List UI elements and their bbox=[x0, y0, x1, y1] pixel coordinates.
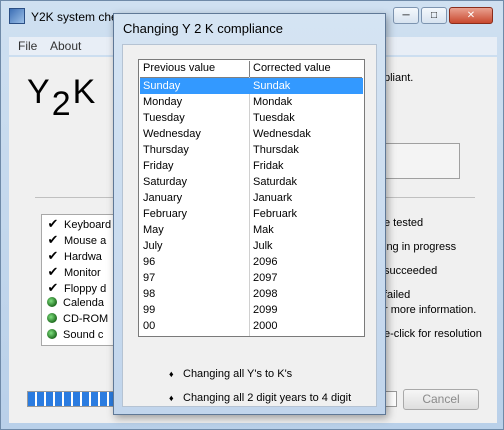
table-row[interactable]: January Januark bbox=[140, 190, 363, 206]
legend-failed: failed bbox=[384, 289, 411, 301]
bullet-item: ♦ Changing all Y's to K's bbox=[169, 368, 292, 380]
component-label: Hardwa bbox=[64, 251, 102, 263]
dialog-title: Changing Y 2 K compliance bbox=[123, 21, 283, 36]
check-icon: ✔ bbox=[47, 281, 59, 295]
cell-previous-value: 98 bbox=[143, 288, 156, 300]
cell-previous-value: January bbox=[143, 192, 183, 204]
cell-previous-value: May bbox=[143, 224, 164, 236]
legend-info: r more information. bbox=[384, 304, 477, 316]
table-row[interactable]: July Julk bbox=[140, 238, 363, 254]
table-row[interactable]: 96 2096 bbox=[140, 254, 363, 270]
cell-corrected-value: 2098 bbox=[253, 288, 278, 300]
cell-corrected-value: 2099 bbox=[253, 304, 278, 316]
cell-previous-value: February bbox=[143, 208, 188, 220]
check-icon: ✔ bbox=[47, 233, 59, 247]
bullet-icon: ♦ bbox=[169, 369, 174, 379]
cell-previous-value: Monday bbox=[143, 96, 183, 108]
bullet-text: Changing all 2 digit years to 4 digit bbox=[183, 392, 352, 404]
y2k-logo: Y2K bbox=[27, 73, 98, 123]
cell-corrected-value: Thursdak bbox=[253, 144, 299, 156]
cell-corrected-value: Julk bbox=[253, 240, 273, 252]
cell-corrected-value: 2000 bbox=[253, 320, 278, 332]
cell-corrected-value: 2096 bbox=[253, 256, 278, 268]
menu-file[interactable]: File bbox=[18, 39, 37, 53]
cancel-button[interactable]: Cancel bbox=[403, 389, 479, 410]
cell-previous-value: Friday bbox=[143, 160, 174, 172]
green-dot-icon bbox=[47, 329, 57, 339]
cell-previous-value: Saturday bbox=[143, 176, 188, 188]
table-row[interactable]: Sunday Sundak bbox=[140, 78, 363, 94]
table-row[interactable]: 97 2097 bbox=[140, 270, 363, 286]
cell-previous-value: Sunday bbox=[143, 80, 181, 92]
table-row[interactable]: 98 2098 bbox=[140, 286, 363, 302]
cell-corrected-value: Wednesdak bbox=[253, 128, 311, 140]
cell-previous-value: 99 bbox=[143, 304, 156, 316]
cell-corrected-value: Fridak bbox=[253, 160, 284, 172]
cell-corrected-value: Januark bbox=[253, 192, 293, 204]
legend-succeeded: succeeded bbox=[384, 265, 438, 277]
bullet-text: Changing all Y's to K's bbox=[183, 368, 293, 380]
cell-corrected-value: Tuesdak bbox=[253, 112, 295, 124]
table-row[interactable]: Wednesday Wednesdak bbox=[140, 126, 363, 142]
component-label: Monitor bbox=[64, 267, 101, 279]
info-box bbox=[380, 143, 460, 179]
component-label: Calenda bbox=[63, 297, 104, 309]
cell-previous-value: Tuesday bbox=[143, 112, 185, 124]
component-label: Keyboard bbox=[64, 219, 112, 231]
close-button[interactable]: ✕ bbox=[449, 7, 493, 24]
cell-corrected-value: Saturdak bbox=[253, 176, 298, 188]
table-row[interactable]: 99 2099 bbox=[140, 302, 363, 318]
table-row[interactable]: 00 2000 bbox=[140, 318, 363, 334]
app-icon bbox=[9, 8, 25, 24]
green-dot-icon bbox=[47, 297, 57, 307]
cell-corrected-value: Mak bbox=[253, 224, 274, 236]
table-header: Previous value Corrected value bbox=[140, 61, 362, 78]
component-label: Sound c bbox=[63, 329, 104, 341]
cell-corrected-value: 2097 bbox=[253, 272, 278, 284]
table-row[interactable]: February Februark bbox=[140, 206, 363, 222]
menu-about[interactable]: About bbox=[50, 39, 81, 53]
table-row[interactable]: Friday Fridak bbox=[140, 158, 363, 174]
main-window-title: Y2K system che bbox=[31, 10, 118, 24]
table-row[interactable]: May Mak bbox=[140, 222, 363, 238]
cell-previous-value: July bbox=[143, 240, 163, 252]
cell-corrected-value: Sundak bbox=[253, 80, 291, 92]
cell-previous-value: 00 bbox=[143, 320, 156, 332]
cell-previous-value: 97 bbox=[143, 272, 156, 284]
minimize-button[interactable]: ─ bbox=[393, 7, 419, 24]
table-row[interactable]: Saturday Saturdak bbox=[140, 174, 363, 190]
cell-corrected-value: Mondak bbox=[253, 96, 293, 108]
cell-previous-value: Wednesday bbox=[143, 128, 201, 140]
check-icon: ✔ bbox=[47, 217, 59, 231]
bullet-icon: ♦ bbox=[169, 393, 174, 403]
green-dot-icon bbox=[47, 313, 57, 323]
dialog-client-area: Previous value Corrected value Sunday Sun… bbox=[122, 44, 377, 407]
check-icon: ✔ bbox=[47, 249, 59, 263]
cell-corrected-value: Februark bbox=[253, 208, 298, 220]
table-row[interactable]: Tuesday Tuesdak bbox=[140, 110, 363, 126]
table-row[interactable]: Monday Mondak bbox=[140, 94, 363, 110]
maximize-button[interactable]: □ bbox=[421, 7, 447, 24]
status-text: pliant. bbox=[384, 72, 414, 84]
check-icon: ✔ bbox=[47, 265, 59, 279]
cell-previous-value: 96 bbox=[143, 256, 156, 268]
compliance-dialog: Changing Y 2 K compliance Previous value… bbox=[113, 13, 386, 415]
changes-table[interactable]: Previous value Corrected value Sunday Sun… bbox=[138, 59, 365, 337]
legend-resolution: e-click for resolution bbox=[384, 328, 482, 340]
component-label: Mouse a bbox=[64, 235, 107, 247]
cell-previous-value: Thursday bbox=[143, 144, 189, 156]
bullet-item: ♦ Changing all 2 digit years to 4 digit bbox=[169, 392, 351, 404]
component-label: CD-ROM bbox=[63, 313, 109, 325]
column-header-previous[interactable]: Previous value bbox=[140, 61, 250, 77]
legend-progress: ing in progress bbox=[384, 241, 457, 253]
component-label: Floppy d bbox=[64, 283, 107, 295]
column-header-corrected[interactable]: Corrected value bbox=[250, 61, 362, 77]
table-row[interactable]: Thursday Thursdak bbox=[140, 142, 363, 158]
legend-tested: e tested bbox=[384, 217, 424, 229]
